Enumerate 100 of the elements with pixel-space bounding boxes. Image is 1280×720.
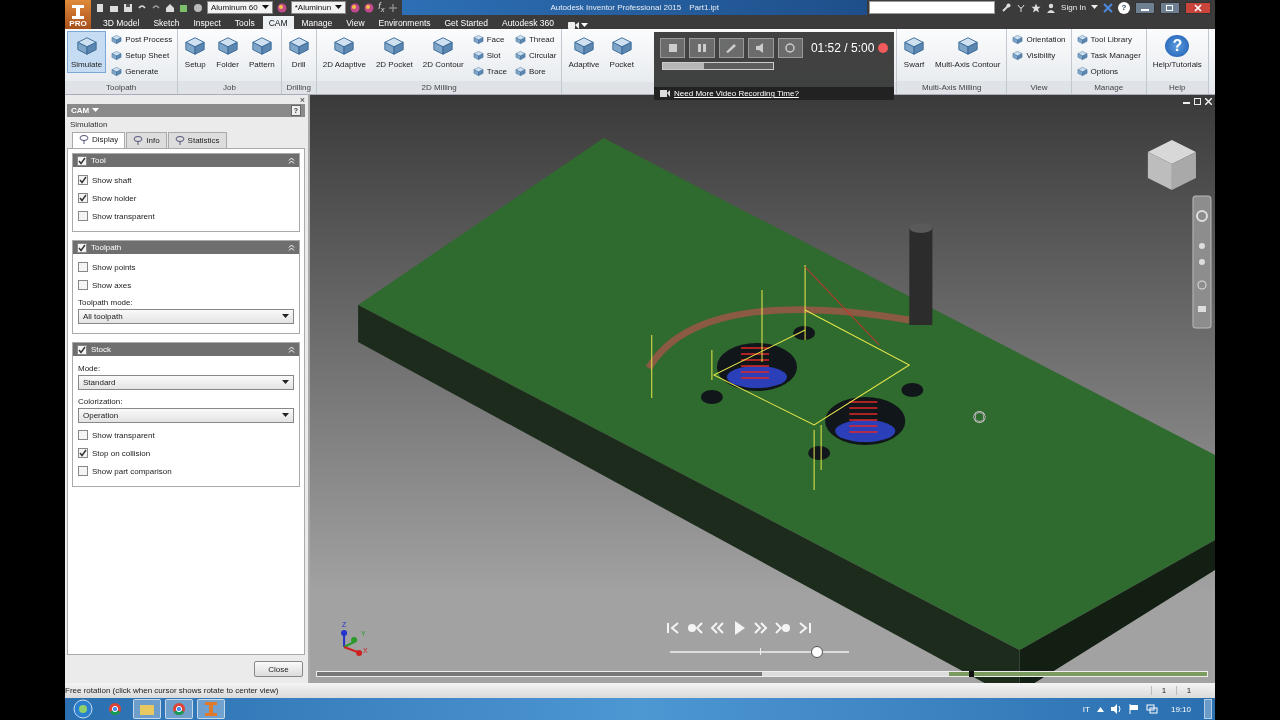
antenna-icon[interactable] (1016, 2, 1027, 13)
ribbon-button[interactable]: Setup (180, 31, 211, 73)
ribbon-button[interactable]: Thread (514, 33, 557, 46)
checkbox[interactable] (77, 155, 87, 166)
restore-icon[interactable] (1194, 98, 1201, 105)
pencil-button[interactable] (718, 38, 745, 58)
checkbox[interactable] (78, 211, 88, 221)
plus-icon[interactable] (388, 2, 399, 13)
minimize-button[interactable] (1135, 1, 1155, 14)
ribbon-button[interactable]: Visibility (1012, 49, 1066, 62)
ribbon-button[interactable]: Drill (283, 31, 314, 73)
checkbox[interactable] (78, 280, 88, 290)
ribbon-tab[interactable]: View (340, 16, 371, 29)
checkbox[interactable] (77, 242, 87, 253)
ribbon-button[interactable]: Simulate (67, 31, 107, 73)
pause-button[interactable] (689, 38, 715, 58)
ribbon-button[interactable]: Bore (514, 65, 557, 78)
ribbon-button[interactable]: Tool Library (1076, 33, 1141, 46)
slider-thumb[interactable] (810, 646, 823, 658)
help-button[interactable]: ? (1118, 1, 1130, 14)
user-icon[interactable] (1046, 2, 1057, 13)
video-camera-icon[interactable] (567, 22, 579, 29)
file-icon[interactable] (95, 2, 105, 13)
ribbon-button[interactable]: 2D Contour (418, 31, 468, 73)
checkbox[interactable] (78, 466, 88, 476)
ribbon-button[interactable]: Post Process (111, 33, 173, 46)
panel-close-icon[interactable]: × (299, 94, 305, 105)
checkbox[interactable] (78, 175, 88, 185)
ribbon-button[interactable]: Orientation (1012, 33, 1066, 46)
stop-button[interactable] (660, 38, 686, 58)
star-icon[interactable] (1031, 2, 1042, 13)
skip-to-start-button[interactable] (665, 620, 681, 636)
ribbon-button[interactable]: 2D Pocket (371, 31, 417, 73)
browser-icon[interactable] (165, 699, 193, 719)
view-cube-icon[interactable] (1147, 140, 1196, 190)
parameters-button[interactable]: f$_{x}$ (378, 1, 385, 14)
sphere-icon[interactable] (364, 2, 375, 13)
chevron-icon[interactable] (288, 346, 295, 353)
ribbon-button[interactable]: Swarf (899, 31, 930, 73)
restore-button[interactable] (1160, 1, 1180, 14)
checkbox[interactable] (77, 344, 87, 355)
flag-icon[interactable] (1128, 704, 1139, 714)
ribbon-tab[interactable]: Inspect (187, 16, 227, 29)
up-arrow-icon[interactable] (1096, 706, 1104, 712)
ribbon-tab[interactable]: Autodesk 360 (495, 16, 560, 29)
close-icon[interactable] (1205, 98, 1212, 105)
ribbon-button[interactable]: Pocket (605, 31, 639, 73)
checkbox[interactable] (78, 193, 88, 203)
ribbon-button[interactable]: Circular (514, 49, 557, 62)
speaker-button[interactable] (748, 38, 774, 58)
material-dropdown[interactable]: Aluminum 60 (207, 1, 273, 14)
wrench-icon[interactable] (1001, 2, 1012, 13)
webcam-button[interactable] (777, 38, 803, 58)
close-button[interactable]: Close (254, 661, 303, 677)
exchange-icon[interactable] (1103, 2, 1113, 13)
ribbon-tab[interactable]: 3D Model (97, 16, 146, 29)
appearance-dropdown[interactable]: *Aluminun (290, 1, 347, 14)
ribbon-tab[interactable]: CAM (262, 16, 294, 29)
ribbon-button[interactable]: Adaptive (564, 31, 604, 73)
ribbon-button[interactable]: Task Manager (1076, 49, 1141, 62)
ribbon-button[interactable]: Setup Sheet (111, 49, 173, 62)
sphere-icon[interactable] (276, 2, 287, 13)
ribbon-tab[interactable]: Manage (295, 16, 339, 29)
ribbon-button[interactable]: Generate (111, 65, 173, 78)
speaker-icon[interactable] (1110, 704, 1122, 714)
search-field[interactable] (869, 1, 996, 14)
panel-tab[interactable]: Info (126, 132, 167, 148)
app-button[interactable]: PRO (65, 0, 91, 29)
dropdown-field[interactable]: Operation (78, 408, 294, 423)
dropdown-field[interactable]: Standard (78, 375, 294, 390)
globe-icon[interactable] (193, 2, 203, 13)
ribbon-tab[interactable]: Environments (372, 16, 437, 29)
navigation-bar-drawing[interactable] (1192, 195, 1212, 329)
ribbon-button[interactable]: Options (1076, 65, 1141, 78)
ribbon-button[interactable]: Face (472, 33, 507, 46)
network-icon[interactable] (1145, 704, 1158, 714)
ribbon-button[interactable]: Pattern (244, 31, 279, 73)
checkbox[interactable] (78, 262, 88, 272)
ribbon-button[interactable]: Multi-Axis Contour (931, 31, 1005, 73)
chevron-icon[interactable] (288, 157, 295, 164)
timeline-bar[interactable] (316, 671, 1208, 677)
ribbon-button[interactable]: Trace (472, 65, 507, 78)
sign-in-link[interactable]: Sign In (1061, 3, 1086, 12)
close-button[interactable] (1185, 1, 1211, 14)
ribbon-tab[interactable]: Sketch (147, 16, 186, 29)
panel-tab[interactable]: Statistics (167, 132, 227, 148)
save-icon[interactable] (123, 2, 133, 13)
ribbon-tab[interactable]: Get Started (438, 16, 494, 29)
ribbon-button[interactable]: Slot (472, 49, 507, 62)
chevron-icon[interactable] (288, 244, 295, 251)
sphere-icon[interactable] (350, 2, 361, 13)
ribbon-button[interactable]: 2D Adaptive (318, 31, 370, 73)
ribbon-tab[interactable]: Tools (228, 16, 261, 29)
home-icon[interactable] (165, 2, 175, 13)
panel-tab[interactable]: Display (72, 132, 126, 148)
checkbox[interactable] (78, 448, 88, 458)
language-indicator[interactable]: IT (1082, 704, 1090, 714)
help-button[interactable]: ? Help/Tutorials (1148, 31, 1206, 73)
ribbon-button[interactable]: Folder (212, 31, 243, 73)
clock[interactable]: 19:10 (1164, 704, 1197, 714)
